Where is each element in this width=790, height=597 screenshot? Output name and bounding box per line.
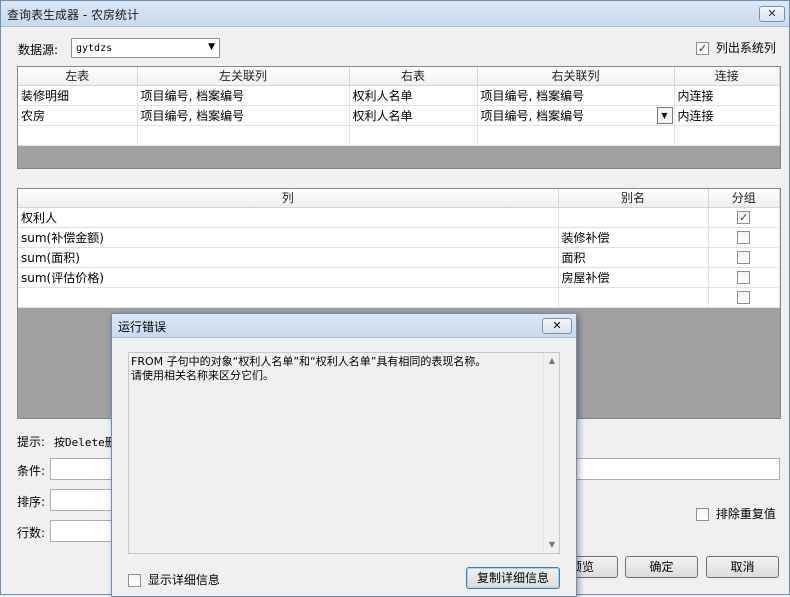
error-dialog: 运行错误 ✕ FROM 子句中的对象“权利人名单”和“权利人名单”具有相同的表现… xyxy=(111,313,577,597)
table-cell[interactable] xyxy=(708,267,780,288)
window-title: 查询表生成器 - 农房统计 xyxy=(7,8,139,22)
join-header-row: 左表 左关联列 右表 右关联列 连接 xyxy=(18,67,780,86)
table-row[interactable]: 装修明细 项目编号, 档案编号 权利人名单 项目编号, 档案编号 内连接 xyxy=(18,85,780,106)
checkbox-icon[interactable] xyxy=(737,271,751,284)
table-cell[interactable] xyxy=(137,125,350,146)
title-bar: 查询表生成器 - 农房统计 ✕ xyxy=(1,1,789,27)
sort-label: 排序: xyxy=(17,495,46,509)
exclude-duplicates-label: 排除重复值 xyxy=(715,507,776,521)
table-row[interactable] xyxy=(18,287,780,308)
table-cell[interactable]: 权利人名单 xyxy=(349,85,478,106)
table-row[interactable]: sum(评估价格) 房屋补偿 xyxy=(18,267,780,288)
sort-input[interactable] xyxy=(50,489,120,511)
checkbox-checked-icon: ✓ xyxy=(696,42,709,55)
table-row[interactable]: sum(面积) 面积 xyxy=(18,247,780,268)
table-row[interactable]: 农房 项目编号, 档案编号 权利人名单 项目编号, 档案编号 ▼ 内连接 xyxy=(18,105,780,126)
rows-input[interactable] xyxy=(50,520,120,542)
table-cell[interactable]: 项目编号, 档案编号 xyxy=(477,85,675,106)
datasource-select[interactable]: gytdzs ▼ xyxy=(71,38,220,58)
table-cell-text: 项目编号, 档案编号 xyxy=(480,108,585,123)
table-cell[interactable]: 装修补偿 xyxy=(558,227,709,248)
column-table: 列 别名 分组 权利人 ✓ sum(补偿金额) 装修补偿 sum(面积) 面积 … xyxy=(18,189,780,308)
table-cell[interactable] xyxy=(18,125,138,146)
column-header[interactable]: 列 xyxy=(18,189,559,208)
rows-label: 行数: xyxy=(17,526,46,540)
error-dialog-close-button[interactable]: ✕ xyxy=(542,318,572,334)
checkbox-icon xyxy=(696,508,709,521)
scroll-down-icon[interactable]: ▼ xyxy=(544,537,560,553)
table-cell[interactable] xyxy=(708,287,780,308)
column-header[interactable]: 左表 xyxy=(18,67,138,86)
table-cell[interactable] xyxy=(477,125,675,146)
table-cell[interactable] xyxy=(708,247,780,268)
table-cell-with-dropdown[interactable]: 项目编号, 档案编号 ▼ xyxy=(477,105,675,126)
chevron-down-icon: ▼ xyxy=(208,42,215,52)
datasource-value: gytdzs xyxy=(76,43,113,54)
list-system-columns-label: 列出系统列 xyxy=(715,41,776,55)
table-cell[interactable]: 权利人名单 xyxy=(349,105,478,126)
table-row[interactable] xyxy=(18,125,780,146)
window-close-button[interactable]: ✕ xyxy=(759,6,785,22)
table-cell[interactable]: 面积 xyxy=(558,247,709,268)
show-details-label: 显示详细信息 xyxy=(147,573,220,587)
chevron-down-icon[interactable]: ▼ xyxy=(656,106,673,124)
column-header-row: 列 别名 分组 xyxy=(18,189,780,208)
table-cell[interactable]: sum(补偿金额) xyxy=(18,227,559,248)
table-cell[interactable]: 装修明细 xyxy=(18,85,138,106)
exclude-duplicates-checkbox[interactable]: 排除重复值 xyxy=(696,505,776,522)
list-system-columns-checkbox[interactable]: ✓ 列出系统列 xyxy=(696,39,776,56)
join-table: 左表 左关联列 右表 右关联列 连接 装修明细 项目编号, 档案编号 权利人名单… xyxy=(18,67,780,146)
hint-text: 按Delete删 xyxy=(54,436,116,449)
checkbox-icon[interactable] xyxy=(737,231,751,244)
table-cell[interactable]: 内连接 xyxy=(674,85,780,106)
error-message-box[interactable]: FROM 子句中的对象“权利人名单”和“权利人名单”具有相同的表现名称。 请使用… xyxy=(128,352,560,554)
copy-details-button[interactable]: 复制详细信息 xyxy=(466,567,560,589)
table-cell[interactable] xyxy=(558,287,709,308)
checkbox-checked-icon[interactable]: ✓ xyxy=(737,211,751,224)
table-cell[interactable]: 项目编号, 档案编号 xyxy=(137,105,350,126)
table-cell[interactable]: 农房 xyxy=(18,105,138,126)
table-cell[interactable]: 权利人 xyxy=(18,207,559,228)
column-header[interactable]: 左关联列 xyxy=(137,67,350,86)
table-row[interactable]: 权利人 ✓ xyxy=(18,207,780,228)
column-header[interactable]: 连接 xyxy=(674,67,780,86)
column-header[interactable]: 分组 xyxy=(708,189,780,208)
column-header[interactable]: 别名 xyxy=(558,189,709,208)
error-dialog-title: 运行错误 xyxy=(118,320,167,334)
datasource-label: 数据源: xyxy=(18,43,59,57)
error-dialog-title-bar: 运行错误 ✕ xyxy=(112,314,576,338)
table-cell[interactable] xyxy=(674,125,780,146)
column-header[interactable]: 右表 xyxy=(349,67,478,86)
table-row[interactable]: sum(补偿金额) 装修补偿 xyxy=(18,227,780,248)
table-cell[interactable]: sum(评估价格) xyxy=(18,267,559,288)
table-cell[interactable] xyxy=(708,227,780,248)
cancel-button[interactable]: 取消 xyxy=(706,556,779,578)
join-grid[interactable]: 左表 左关联列 右表 右关联列 连接 装修明细 项目编号, 档案编号 权利人名单… xyxy=(17,66,781,169)
ok-button[interactable]: 确定 xyxy=(625,556,698,578)
table-cell[interactable]: 项目编号, 档案编号 xyxy=(137,85,350,106)
checkbox-icon xyxy=(128,574,141,587)
table-cell[interactable] xyxy=(558,207,709,228)
checkbox-icon[interactable] xyxy=(737,291,751,304)
show-details-checkbox[interactable]: 显示详细信息 xyxy=(128,571,220,588)
table-cell[interactable]: 房屋补偿 xyxy=(558,267,709,288)
table-cell[interactable] xyxy=(18,287,559,308)
table-cell[interactable]: 内连接 xyxy=(674,105,780,126)
vertical-scrollbar[interactable]: ▲ ▼ xyxy=(543,353,559,553)
column-header[interactable]: 右关联列 xyxy=(477,67,675,86)
table-cell[interactable] xyxy=(349,125,478,146)
checkbox-icon[interactable] xyxy=(737,251,751,264)
table-cell[interactable]: ✓ xyxy=(708,207,780,228)
scroll-up-icon[interactable]: ▲ xyxy=(544,353,560,369)
error-message-text: FROM 子句中的对象“权利人名单”和“权利人名单”具有相同的表现名称。 请使用… xyxy=(131,355,487,382)
table-cell[interactable]: sum(面积) xyxy=(18,247,559,268)
hint-label: 提示: xyxy=(17,435,46,449)
condition-label: 条件: xyxy=(17,464,46,478)
